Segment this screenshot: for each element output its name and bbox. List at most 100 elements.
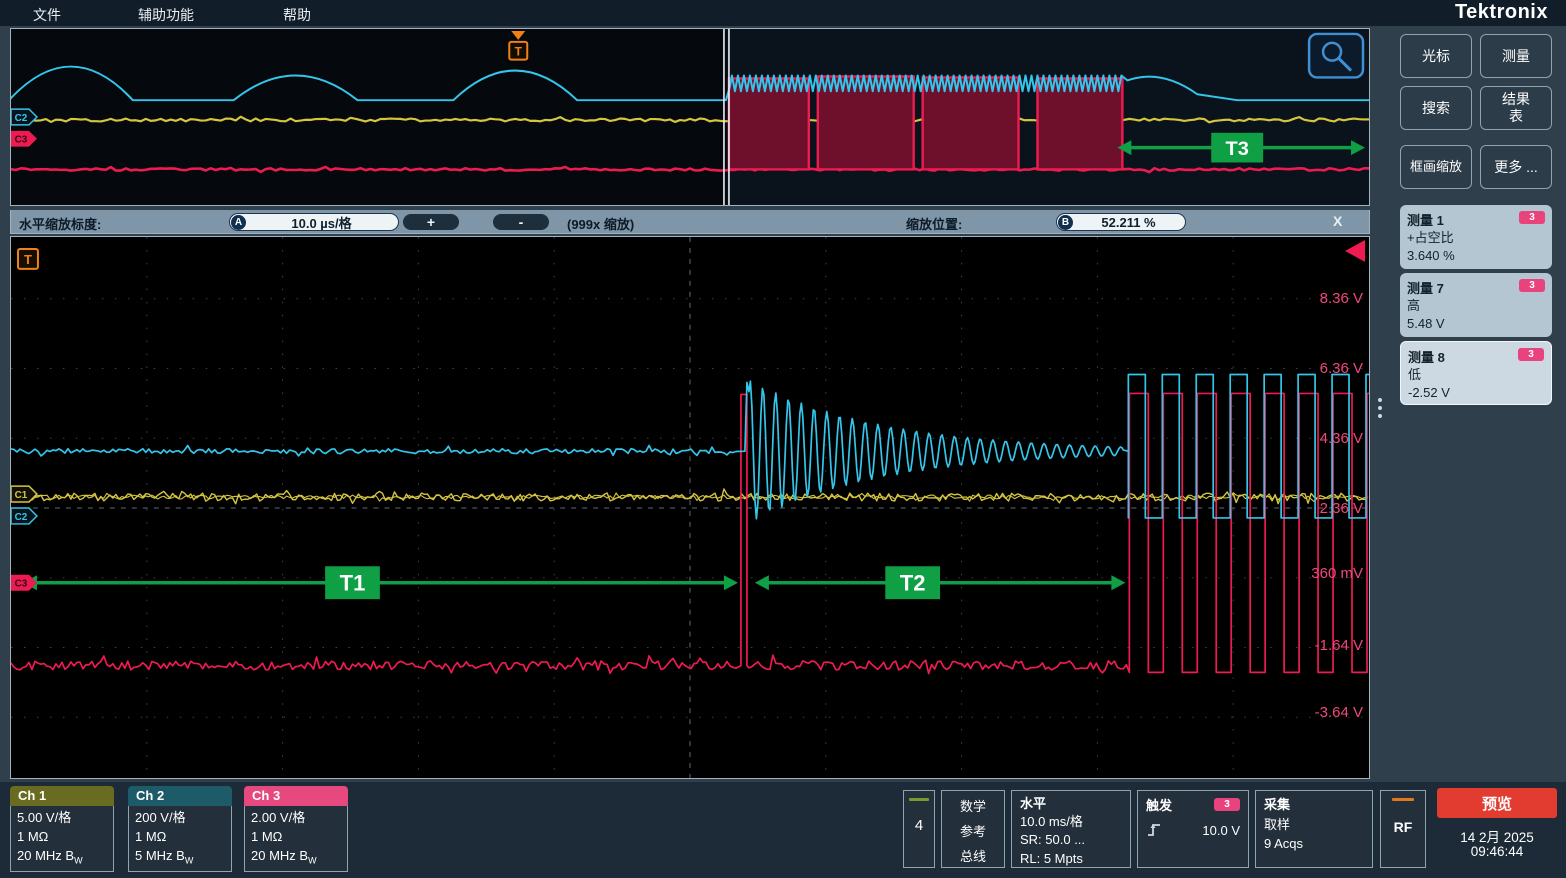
- zoom-scale-value: 10.0 µs/格: [246, 213, 397, 231]
- zoom-out-button[interactable]: -: [493, 214, 549, 230]
- horizontal-title: 水平: [1020, 795, 1122, 813]
- acquisition-panel[interactable]: 采集 取样 9 Acqs: [1255, 790, 1373, 868]
- acquisition-count: 9 Acqs: [1264, 834, 1364, 854]
- c2-badge-label: C2: [15, 512, 28, 523]
- channel-bandwidth: 5 MHz BW: [135, 847, 225, 868]
- arrowhead-left-icon: [755, 575, 769, 590]
- zoom-toolbar: 水平缩放标度: A 10.0 µs/格 + - (999x 缩放) 缩放位置: …: [10, 210, 1370, 234]
- menu-item-help[interactable]: 帮助: [283, 5, 311, 25]
- math-button[interactable]: 数学: [942, 793, 1004, 818]
- zoom-overview-icon-box: [1309, 34, 1363, 78]
- oscilloscope-app: 文件 辅助功能 帮助 Tektronix TC2C3T3 水平缩放标度: A 1…: [0, 0, 1566, 878]
- multipurpose-a-badge: A: [231, 215, 246, 230]
- measurement-card[interactable]: 测量 8 3 低 -2.52 V: [1400, 341, 1552, 405]
- zoom-factor-label: (999x 缩放): [567, 214, 634, 233]
- channel-tab-ch1[interactable]: Ch 1: [10, 786, 114, 806]
- measurement-name: 低: [1408, 366, 1544, 384]
- preview-button[interactable]: 预览: [1437, 788, 1557, 818]
- arrowhead-right-icon: [724, 575, 738, 590]
- rf-color-dash: [1392, 798, 1414, 801]
- ref-button[interactable]: 参考: [942, 818, 1004, 843]
- zoom-close-button[interactable]: X: [1333, 213, 1342, 229]
- measurement-card[interactable]: 测量 7 3 高 5.48 V: [1400, 273, 1552, 337]
- measurement-value: 5.48 V: [1407, 315, 1545, 333]
- channel-scale: 2.00 V/格: [251, 809, 341, 828]
- measurement-value: -2.52 V: [1408, 384, 1544, 402]
- results-table-button[interactable]: 结果表: [1480, 86, 1552, 130]
- zoom-scale-control[interactable]: A 10.0 µs/格: [229, 213, 399, 231]
- zoom-position-control[interactable]: B 52.211 %: [1056, 213, 1186, 231]
- channel-impedance: 1 MΩ: [251, 828, 341, 847]
- overview-waveforms-svg: T C2 C3 T3: [11, 29, 1369, 205]
- record-length: RL: 5 Mpts: [1020, 850, 1122, 868]
- rf-label: RF: [1381, 819, 1425, 835]
- results-table-label: 结果表: [1499, 91, 1533, 125]
- trigger-level-offscreen-arrow-icon: [1345, 240, 1365, 262]
- bus-button[interactable]: 总线: [942, 843, 1004, 868]
- datetime-date: 14 2月 2025: [1437, 826, 1557, 846]
- channel-scale: 200 V/格: [135, 809, 225, 828]
- zoom-overview-panel[interactable]: T C2 C3 T3: [10, 28, 1370, 206]
- overview-trigger-arrow-icon: [511, 31, 525, 40]
- channel-info-ch2[interactable]: 200 V/格 1 MΩ 5 MHz BW: [128, 806, 232, 872]
- tektronix-logo: Tektronix: [1455, 1, 1548, 24]
- measurement-card[interactable]: 测量 1 3 +占空比 3.640 %: [1400, 205, 1552, 269]
- ch4-add-button[interactable]: 4: [903, 790, 935, 868]
- acquisition-mode: 取样: [1264, 815, 1364, 835]
- annotation-label: T1: [340, 571, 366, 596]
- math-ref-bus-panel: 数学 参考 总线: [941, 790, 1005, 868]
- c2-overview-badge-label: C2: [15, 113, 28, 124]
- channel-tab-ch2[interactable]: Ch 2: [128, 786, 232, 806]
- channel-info-ch3[interactable]: 2.00 V/格 1 MΩ 20 MHz BW: [244, 806, 348, 872]
- sample-rate: SR: 50.0 ...: [1020, 831, 1122, 849]
- channel-bandwidth: 20 MHz BW: [17, 847, 107, 868]
- main-waveform-display[interactable]: T1T2TC1C2C3 8.36 V 6.36 V 4.36 V 2.36 V …: [10, 236, 1370, 779]
- box-zoom-button[interactable]: 框画缩放: [1400, 145, 1472, 189]
- annotation-label: T2: [900, 571, 926, 596]
- zoom-in-button[interactable]: +: [403, 214, 459, 230]
- trigger-source-badge: 3: [1214, 798, 1240, 811]
- more-button[interactable]: 更多 ...: [1480, 145, 1552, 189]
- multipurpose-b-badge: B: [1058, 215, 1073, 230]
- measurement-name: 高: [1407, 297, 1545, 315]
- ch3-pulse-block: [1037, 78, 1122, 169]
- measurement-source-badge: 3: [1518, 348, 1544, 361]
- channel-scale: 5.00 V/格: [17, 809, 107, 828]
- channel-bandwidth: 20 MHz BW: [251, 847, 341, 868]
- zoom-position-label: 缩放位置:: [906, 214, 962, 233]
- main-waveforms-svg: T1 T2 T C1 C2 C3: [11, 237, 1369, 778]
- measurement-source-badge: 3: [1519, 211, 1545, 224]
- horizontal-panel[interactable]: 水平 10.0 ms/格 SR: 50.0 ... RL: 5 Mpts: [1011, 790, 1131, 868]
- ch4-label: 4: [904, 817, 934, 834]
- trigger-title: 触发: [1146, 795, 1172, 814]
- menu-bar: 文件 辅助功能 帮助 Tektronix: [0, 0, 1566, 26]
- acquisition-title: 采集: [1264, 795, 1364, 815]
- measure-button[interactable]: 测量: [1480, 34, 1552, 78]
- panel-drag-handle[interactable]: [1378, 398, 1382, 418]
- annotation-label: T3: [1226, 138, 1249, 160]
- c3-overview-badge-label: C3: [15, 135, 28, 146]
- datetime-time: 09:46:44: [1437, 844, 1557, 859]
- horizontal-zoom-scale-label: 水平缩放标度:: [19, 214, 101, 233]
- measurement-source-badge: 3: [1519, 279, 1545, 292]
- c1-badge-label: C1: [15, 490, 28, 501]
- overview-trigger-label: T: [515, 45, 523, 59]
- channel-info-ch1[interactable]: 5.00 V/格 1 MΩ 20 MHz BW: [10, 806, 114, 872]
- trigger-panel[interactable]: 触发 3 10.0 V: [1137, 790, 1249, 868]
- menu-item-file[interactable]: 文件: [33, 5, 61, 25]
- channel-impedance: 1 MΩ: [17, 828, 107, 847]
- measurement-name: +占空比: [1407, 229, 1545, 247]
- channel-impedance: 1 MΩ: [135, 828, 225, 847]
- cursor-button[interactable]: 光标: [1400, 34, 1472, 78]
- zoom-position-value: 52.211 %: [1073, 215, 1184, 230]
- arrowhead-right-icon: [1111, 575, 1125, 590]
- channel-tab-ch3[interactable]: Ch 3: [244, 786, 348, 806]
- ch4-color-dash: [909, 798, 929, 801]
- rf-button[interactable]: RF: [1380, 790, 1426, 868]
- rising-edge-icon: [1146, 822, 1162, 838]
- main-trigger-label: T: [24, 252, 32, 267]
- search-button[interactable]: 搜索: [1400, 86, 1472, 130]
- c3-badge-label: C3: [15, 579, 28, 590]
- trigger-level: 10.0 V: [1202, 823, 1240, 838]
- menu-item-utility[interactable]: 辅助功能: [138, 5, 194, 25]
